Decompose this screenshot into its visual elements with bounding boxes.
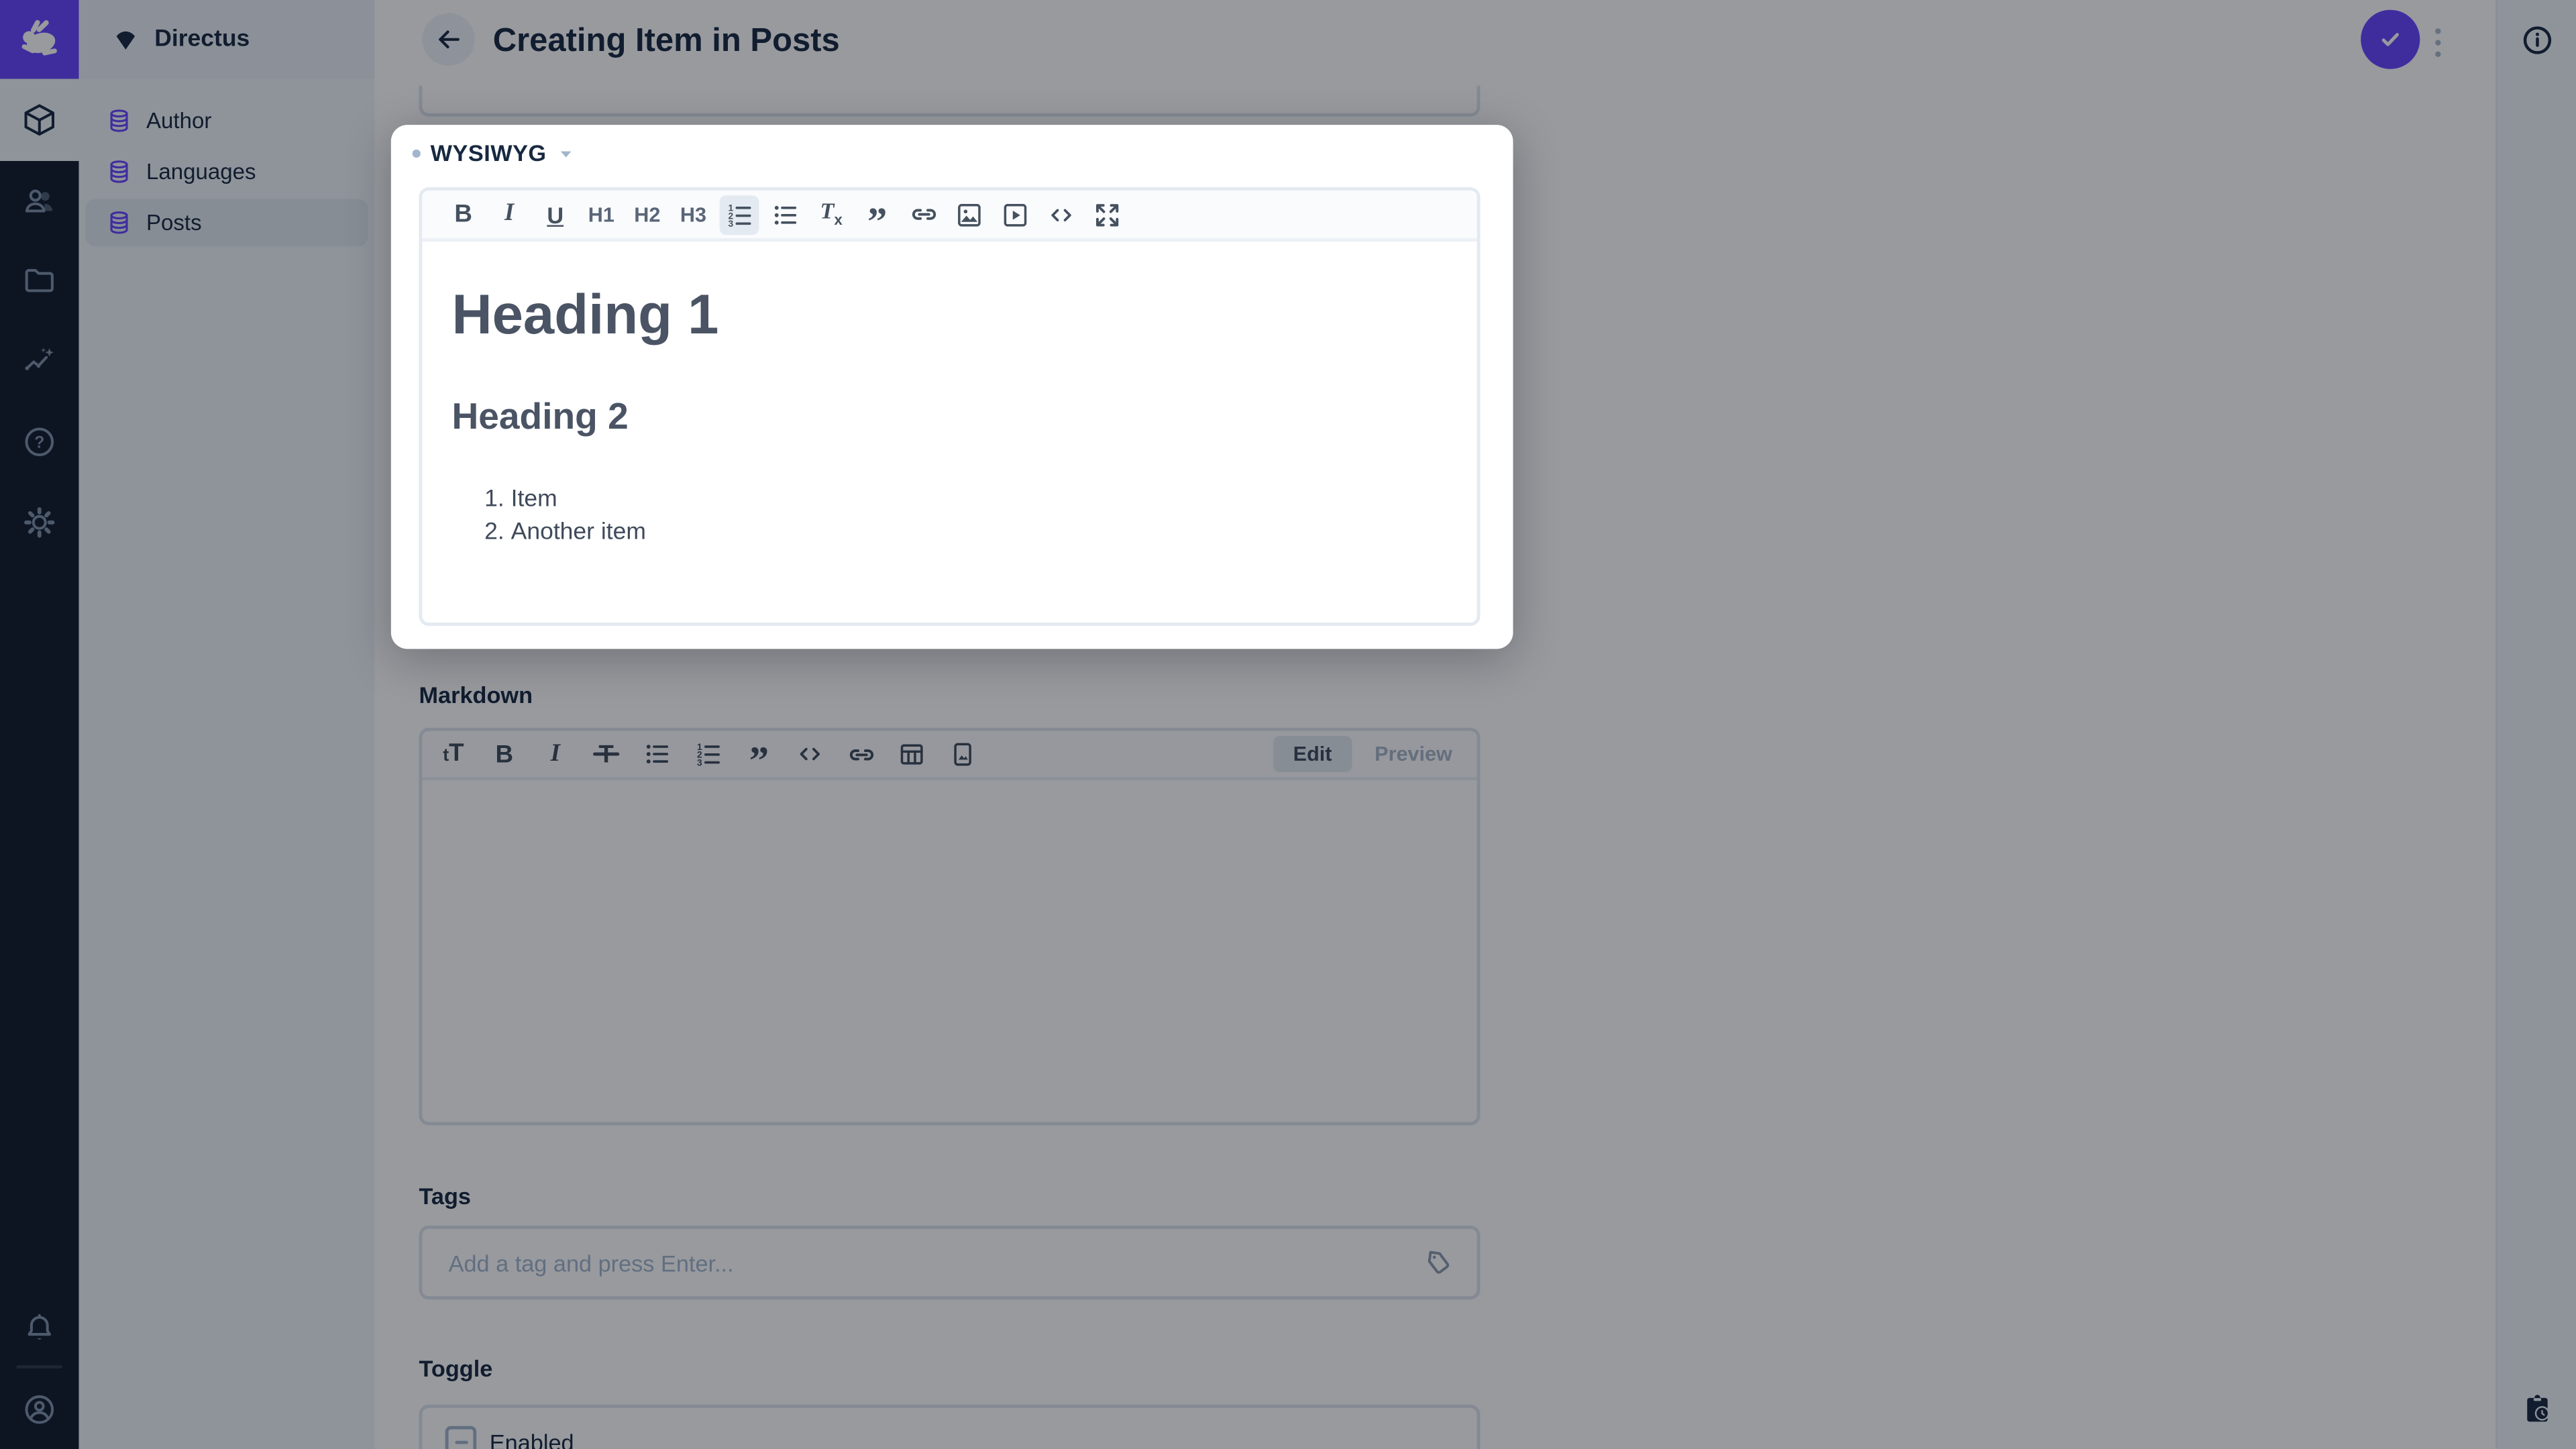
insert-video-button[interactable] (996, 195, 1035, 234)
content-ordered-list: Item Another item (451, 483, 1477, 549)
list-item: Item (511, 483, 1477, 516)
h1-button[interactable]: H1 (582, 195, 621, 234)
field-dot-icon (412, 148, 421, 157)
svg-text:3: 3 (729, 218, 734, 228)
ordered-list-icon: 123 (729, 202, 751, 228)
wysiwyg-editor: B I U H1 H2 H3 123 Tx ” Heading 1 Headin… (419, 187, 1481, 627)
wysiwyg-content[interactable]: Heading 1 Heading 2 Item Another item (422, 241, 1477, 549)
wysiwyg-field-label-row[interactable]: WYSIWYG (412, 140, 575, 166)
clear-format-button[interactable]: Tx (812, 195, 851, 234)
italic-button[interactable]: I (490, 195, 529, 234)
bold-button[interactable]: B (443, 195, 483, 234)
underline-button[interactable]: U (535, 195, 575, 234)
image-icon (958, 203, 981, 226)
bullet-list-button[interactable] (765, 195, 805, 234)
chevron-down-icon (556, 144, 574, 162)
h2-button[interactable]: H2 (628, 195, 667, 234)
source-code-button[interactable] (1042, 195, 1081, 234)
link-button[interactable] (904, 195, 943, 234)
bullet-list-icon (774, 205, 797, 224)
fullscreen-button[interactable] (1087, 195, 1127, 234)
h3-button[interactable]: H3 (674, 195, 713, 234)
list-item: Another item (511, 516, 1477, 549)
wysiwyg-field-label: WYSIWYG (430, 140, 547, 166)
video-icon (1004, 203, 1027, 226)
wysiwyg-toolbar: B I U H1 H2 H3 123 Tx ” (422, 191, 1477, 242)
directus-app: ? Directus Author Languages Posts Creati… (0, 0, 2576, 1449)
content-heading-2: Heading 2 (451, 396, 629, 437)
wysiwyg-focus-card: WYSIWYG B I U H1 H2 H3 123 Tx ” Heading … (390, 125, 1513, 649)
insert-image-button[interactable] (950, 195, 989, 234)
content-heading-1: Heading 1 (451, 284, 719, 347)
fullscreen-expand-icon (1095, 203, 1119, 226)
blockquote-button[interactable]: ” (857, 195, 897, 242)
ordered-list-button[interactable]: 123 (719, 195, 759, 234)
link-icon (911, 209, 935, 220)
code-icon (1051, 208, 1071, 221)
